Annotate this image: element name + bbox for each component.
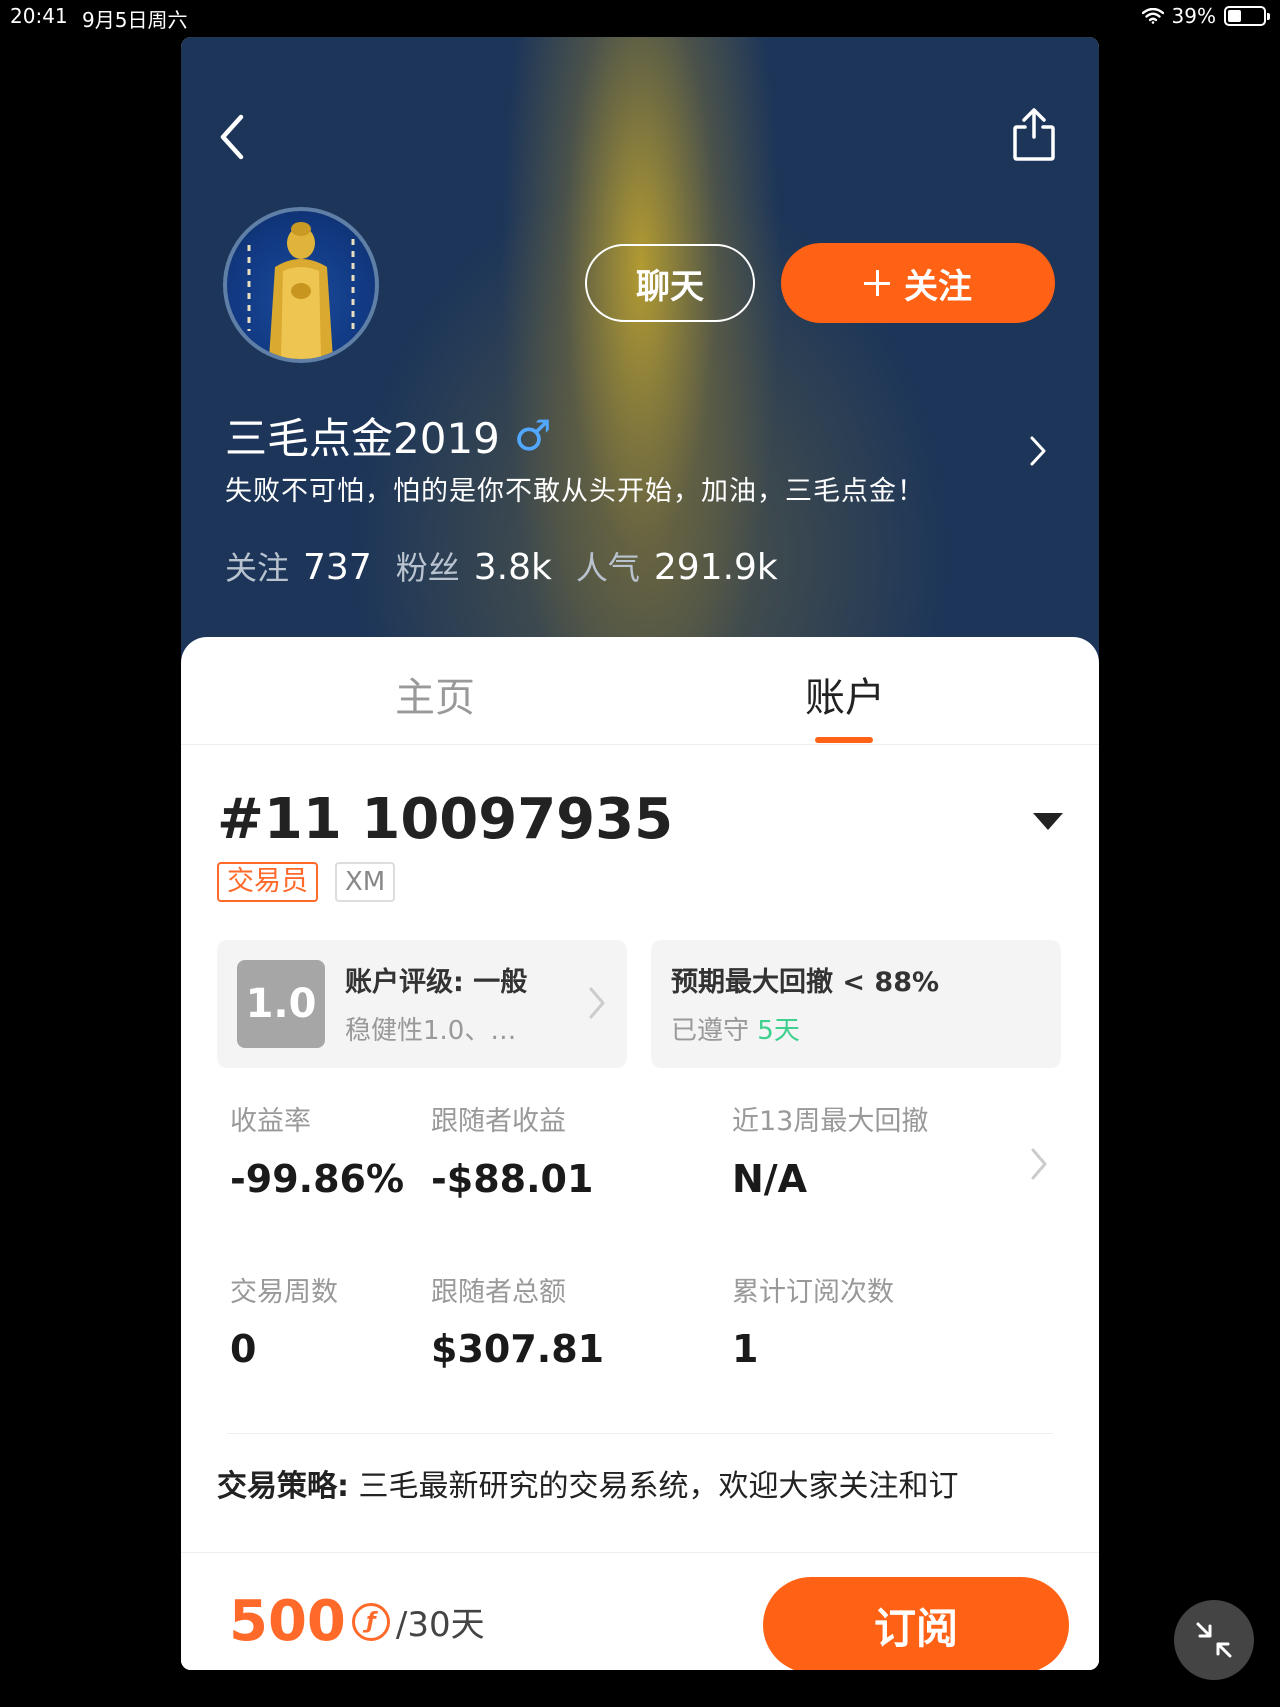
tab-indicator xyxy=(815,737,873,743)
battery-level xyxy=(1228,10,1241,22)
wifi-icon xyxy=(1141,8,1164,24)
metric-label-return: 收益率 xyxy=(230,1106,311,1137)
user-name-text: 三毛点金2019 xyxy=(225,414,500,463)
user-name[interactable]: 三毛点金2019 ♂ xyxy=(225,405,552,466)
stat-value: 291.9k xyxy=(653,547,778,588)
collapse-arrows-icon xyxy=(1196,1622,1232,1658)
metric-value-return: -99.86% xyxy=(230,1157,405,1201)
account-id: #11 10097935 xyxy=(217,787,674,852)
drawdown-subtitle-prefix: 已遵守 xyxy=(671,1016,750,1046)
expected-drawdown-card: 预期最大回撤 < 88% 已遵守 5天 xyxy=(651,940,1061,1068)
user-bio: 失败不可怕，怕的是你不敢从头开始，加油，三毛点金！ xyxy=(225,476,925,507)
tab-home[interactable]: 主页 xyxy=(395,665,475,723)
minimize-float-button[interactable] xyxy=(1174,1600,1254,1680)
status-time: 20:41 xyxy=(10,4,68,28)
rating-subtitle: 稳健性1.0、… xyxy=(345,1016,517,1046)
stat-label: 人气 xyxy=(575,549,640,587)
coin-icon: ƒ xyxy=(351,1602,390,1641)
price-value: 500 xyxy=(229,1589,346,1654)
drawdown-title: 预期最大回撤 < 88% xyxy=(671,967,940,998)
subscribe-bar: 500 ƒ /30天 订阅 xyxy=(181,1552,1099,1670)
follow-label: 关注 xyxy=(904,266,972,307)
battery-percent: 39% xyxy=(1171,4,1216,28)
app-window: 聊天 关注 三毛点金2019 ♂ 失败不可怕，怕的是你不敢从头开始，加油，三毛点… xyxy=(181,37,1099,1670)
metric-value-max-drawdown: N/A xyxy=(732,1157,808,1201)
metric-value-trade-weeks: 0 xyxy=(230,1327,257,1371)
tag-broker: XM xyxy=(335,862,396,902)
male-icon: ♂ xyxy=(513,411,552,460)
chat-button[interactable]: 聊天 xyxy=(585,244,755,322)
metric-label-follower-total: 跟随者总额 xyxy=(431,1277,566,1308)
stat-value: 737 xyxy=(303,547,372,588)
divider xyxy=(227,1433,1053,1434)
battery-icon xyxy=(1224,6,1270,26)
rating-title: 账户评级: 一般 xyxy=(345,967,528,998)
chevron-right-icon[interactable] xyxy=(1029,1145,1049,1183)
subscribe-button[interactable]: 订阅 xyxy=(763,1577,1069,1670)
dropdown-triangle-icon[interactable] xyxy=(1033,813,1063,830)
profile-stats: 关注 737 粉丝 3.8k 人气 291.9k xyxy=(225,543,778,589)
chevron-right-icon[interactable] xyxy=(1027,433,1049,469)
price: 500 ƒ /30天 xyxy=(229,1589,485,1654)
metric-label-follower-profit: 跟随者收益 xyxy=(431,1106,566,1137)
account-rating-card[interactable]: 1.0 账户评级: 一般 稳健性1.0、… xyxy=(217,940,627,1068)
drawdown-days: 5天 xyxy=(757,1016,800,1046)
account-panel: 主页 账户 #11 10097935 交易员 XM 1.0 账户评级: 一般 稳… xyxy=(181,637,1099,1670)
chevron-right-icon xyxy=(589,987,605,1019)
avatar[interactable] xyxy=(223,207,379,363)
stat-followers[interactable]: 粉丝 3.8k xyxy=(396,543,552,589)
metric-value-subscriptions: 1 xyxy=(732,1327,759,1371)
metric-value-follower-profit: -$88.01 xyxy=(431,1157,594,1201)
trading-strategy: 交易策略: 三毛最新研究的交易系统，欢迎大家关注和订 xyxy=(217,1461,959,1505)
stat-value: 3.8k xyxy=(473,547,552,588)
metric-label-trade-weeks: 交易周数 xyxy=(230,1277,338,1308)
plus-icon xyxy=(864,270,890,296)
follow-button[interactable]: 关注 xyxy=(781,243,1055,323)
stat-label: 关注 xyxy=(225,549,290,587)
drawdown-subtitle: 已遵守 5天 xyxy=(671,1010,800,1047)
metric-value-follower-total: $307.81 xyxy=(431,1327,605,1371)
metric-label-subscriptions: 累计订阅次数 xyxy=(732,1277,894,1308)
stat-popularity: 人气 291.9k xyxy=(576,543,778,589)
metric-label-max-drawdown: 近13周最大回撤 xyxy=(732,1106,929,1137)
tag-trader: 交易员 xyxy=(217,862,318,902)
buddha-avatar-image xyxy=(247,222,355,359)
strategy-text: 三毛最新研究的交易系统，欢迎大家关注和订 xyxy=(358,1469,959,1504)
status-date: 9月5日周六 xyxy=(82,8,188,32)
rating-score: 1.0 xyxy=(237,960,325,1048)
back-icon[interactable] xyxy=(211,109,255,165)
profile-header: 聊天 关注 三毛点金2019 ♂ 失败不可怕，怕的是你不敢从头开始，加油，三毛点… xyxy=(181,37,1099,677)
stat-label: 粉丝 xyxy=(395,549,460,587)
tab-account[interactable]: 账户 xyxy=(805,665,885,723)
share-icon[interactable] xyxy=(1009,107,1059,163)
stat-following[interactable]: 关注 737 xyxy=(225,543,372,589)
status-bar: 20:41 9月5日周六 39% xyxy=(0,0,1280,34)
status-right: 39% xyxy=(1141,4,1270,28)
strategy-label: 交易策略: xyxy=(217,1469,349,1504)
price-period: /30天 xyxy=(395,1605,485,1645)
tab-bar: 主页 账户 xyxy=(181,637,1099,745)
